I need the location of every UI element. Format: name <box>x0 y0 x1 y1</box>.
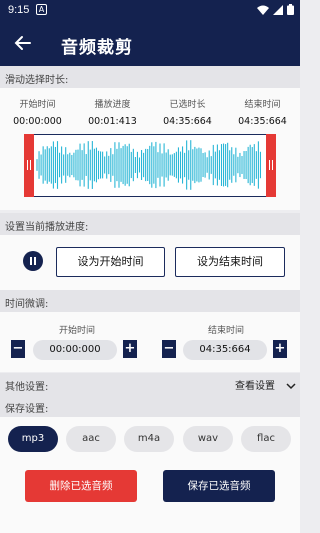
section-progress-label: 设置当前播放进度: <box>0 213 300 235</box>
waveform-area[interactable] <box>24 134 276 197</box>
format-m4a[interactable]: m4a <box>124 426 174 452</box>
pause-icon[interactable] <box>23 251 43 271</box>
grip-icon <box>27 160 31 170</box>
end-minus-button[interactable]: − <box>162 340 176 358</box>
format-flac[interactable]: flac <box>241 426 291 452</box>
waveform <box>36 140 261 190</box>
status-icons <box>257 4 294 15</box>
start-time-field[interactable]: 00:00:000 <box>33 340 117 360</box>
fine-end-label: 结束时间 <box>208 326 245 336</box>
view-settings-label: 查看设置 <box>235 381 275 392</box>
section-save-label: 保存设置: <box>0 395 300 417</box>
stat-value: 04:35:664 <box>163 116 212 127</box>
notification-a-icon: A <box>36 4 47 15</box>
format-wav[interactable]: wav <box>183 426 233 452</box>
status-time: 9:15 <box>8 4 30 16</box>
signal-icon <box>273 4 283 15</box>
end-time-field[interactable]: 04:35:664 <box>183 340 267 360</box>
section-fine-tune-label: 时间微调: <box>0 290 300 312</box>
page-title: 音频裁剪 <box>61 38 133 58</box>
end-handle[interactable] <box>266 134 276 197</box>
chevron-down-icon <box>286 383 296 390</box>
grip-icon <box>269 160 273 170</box>
set-end-button[interactable]: 设为结束时间 <box>175 247 285 277</box>
stat-end: 结束时间 04:35:664 <box>225 97 300 127</box>
save-button[interactable]: 保存已选音频 <box>163 470 275 502</box>
stat-value: 04:35:664 <box>238 116 287 127</box>
start-plus-button[interactable]: + <box>123 340 137 358</box>
view-settings-toggle[interactable]: 查看设置 <box>235 377 296 392</box>
battery-icon <box>287 4 294 15</box>
start-handle[interactable] <box>24 134 34 197</box>
section-slide-label: 滑动选择时长: <box>0 66 300 88</box>
app-bar: 音频裁剪 <box>0 22 300 66</box>
wifi-icon <box>257 5 269 15</box>
stat-start: 开始时间 00:00:000 <box>0 97 75 127</box>
stat-duration: 已选时长 04:35:664 <box>150 97 225 127</box>
set-start-button[interactable]: 设为开始时间 <box>56 247 165 277</box>
status-bar: 9:15 A <box>0 0 300 22</box>
start-minus-button[interactable]: − <box>11 340 25 358</box>
format-mp3[interactable]: mp3 <box>8 426 58 452</box>
stat-label: 开始时间 <box>19 100 56 110</box>
format-aac[interactable]: aac <box>66 426 116 452</box>
fine-start-label: 开始时间 <box>59 326 96 336</box>
end-plus-button[interactable]: + <box>273 340 287 358</box>
stat-value: 00:00:000 <box>13 116 62 127</box>
delete-button[interactable]: 删除已选音频 <box>25 470 137 502</box>
stat-label: 播放进度 <box>94 100 131 110</box>
stat-value: 00:01:413 <box>88 116 137 127</box>
stat-label: 已选时长 <box>169 100 206 110</box>
stat-progress: 播放进度 00:01:413 <box>75 97 150 127</box>
stat-label: 结束时间 <box>244 100 281 110</box>
back-arrow-icon[interactable] <box>12 32 34 54</box>
